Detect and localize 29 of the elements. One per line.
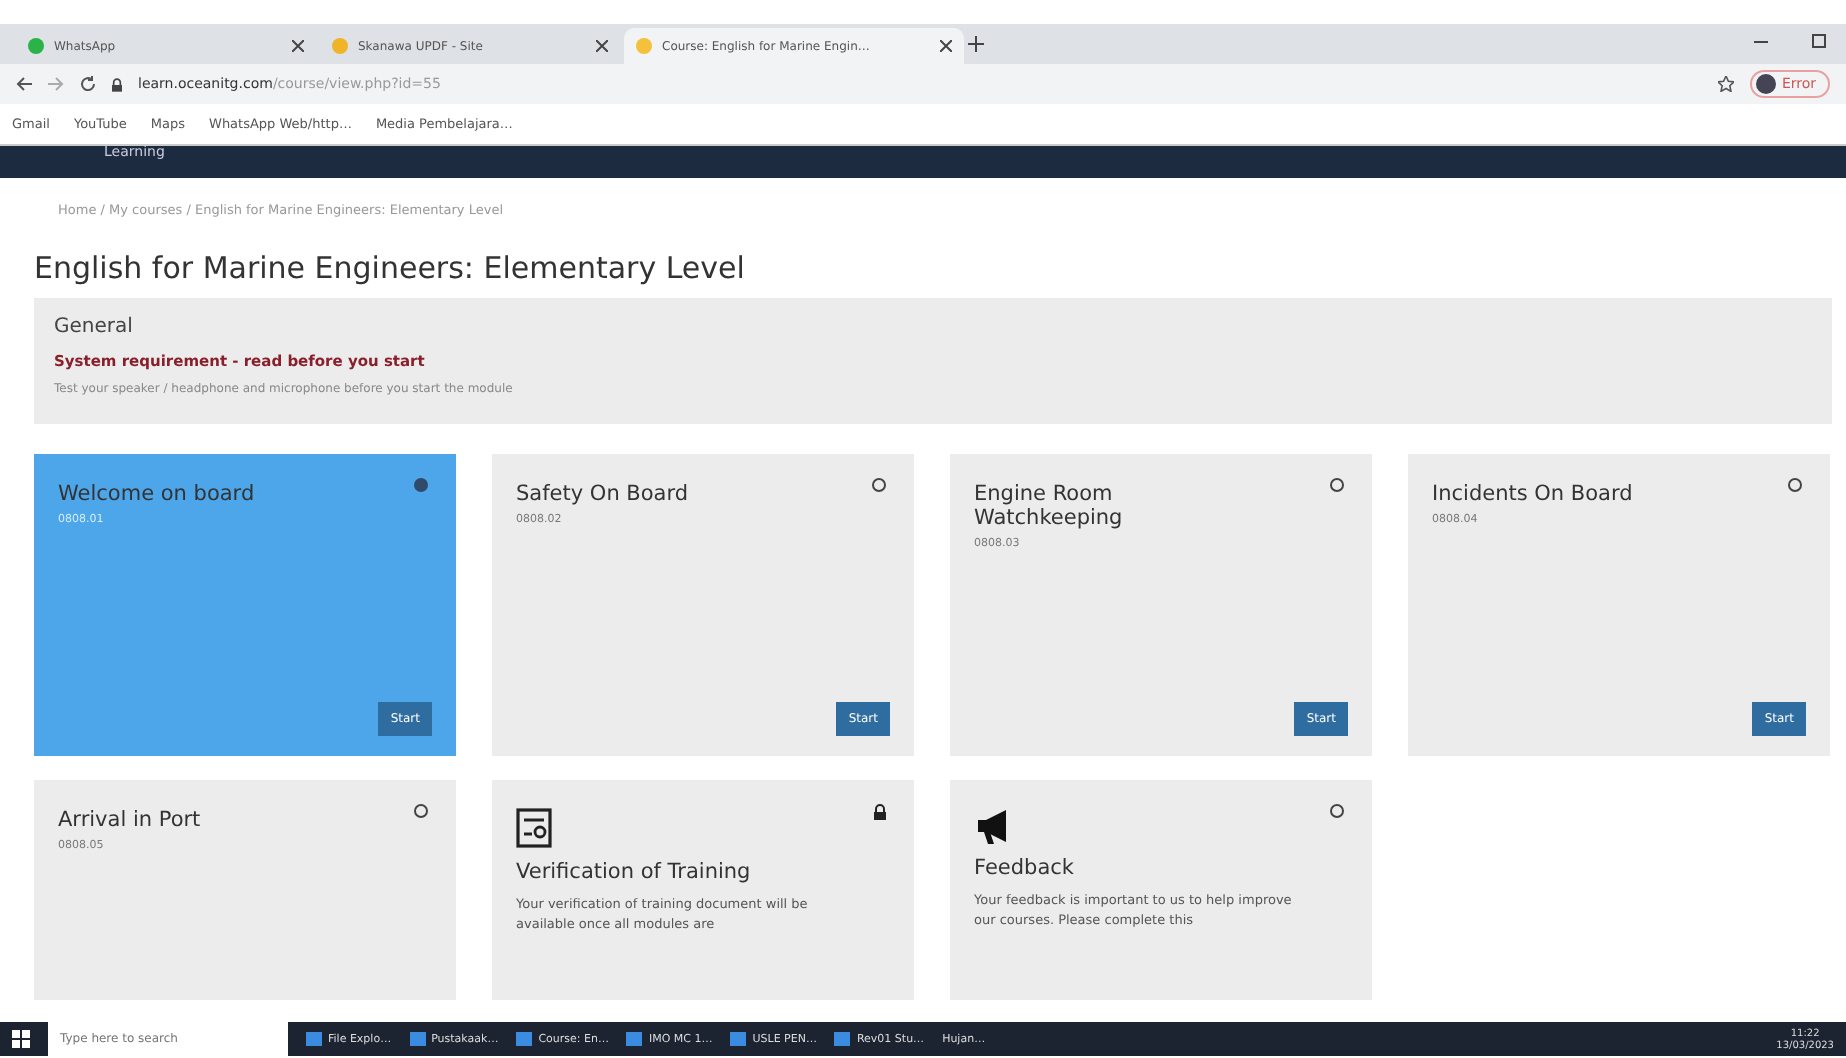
close-icon[interactable]	[596, 40, 608, 52]
module-title[interactable]: Engine Room Watchkeeping	[974, 482, 1224, 530]
module-title[interactable]: Arrival in Port	[58, 808, 308, 832]
module-title[interactable]: Incidents On Board	[1432, 482, 1682, 506]
certificate-icon	[516, 808, 552, 848]
completion-indicator[interactable]	[414, 478, 428, 492]
completion-indicator[interactable]	[414, 804, 428, 818]
completion-indicator[interactable]	[1788, 478, 1802, 492]
completion-indicator[interactable]	[1330, 478, 1344, 492]
card-title[interactable]: Feedback	[974, 856, 1224, 880]
new-tab-icon[interactable]	[968, 36, 984, 52]
site-icon	[636, 38, 652, 54]
reload-icon[interactable]	[80, 76, 96, 92]
windows-icon[interactable]	[12, 1030, 30, 1048]
completion-indicator[interactable]	[872, 478, 886, 492]
card-title[interactable]: Verification of Training	[516, 860, 766, 884]
star-icon[interactable]	[1717, 76, 1734, 92]
close-icon[interactable]	[292, 40, 304, 52]
section-heading: General	[54, 316, 135, 338]
module-title[interactable]: Safety On Board	[516, 482, 766, 506]
completion-indicator[interactable]	[1330, 804, 1344, 818]
back-icon[interactable]	[16, 76, 32, 92]
site-icon	[332, 38, 348, 54]
module-title[interactable]: Welcome on board	[58, 482, 308, 506]
restore-icon[interactable]	[1812, 33, 1826, 47]
close-icon[interactable]	[940, 40, 952, 52]
course-title: English for Marine Engineers: Elementary Level	[34, 250, 747, 286]
site-icon	[28, 38, 44, 54]
lock-icon	[112, 77, 122, 91]
